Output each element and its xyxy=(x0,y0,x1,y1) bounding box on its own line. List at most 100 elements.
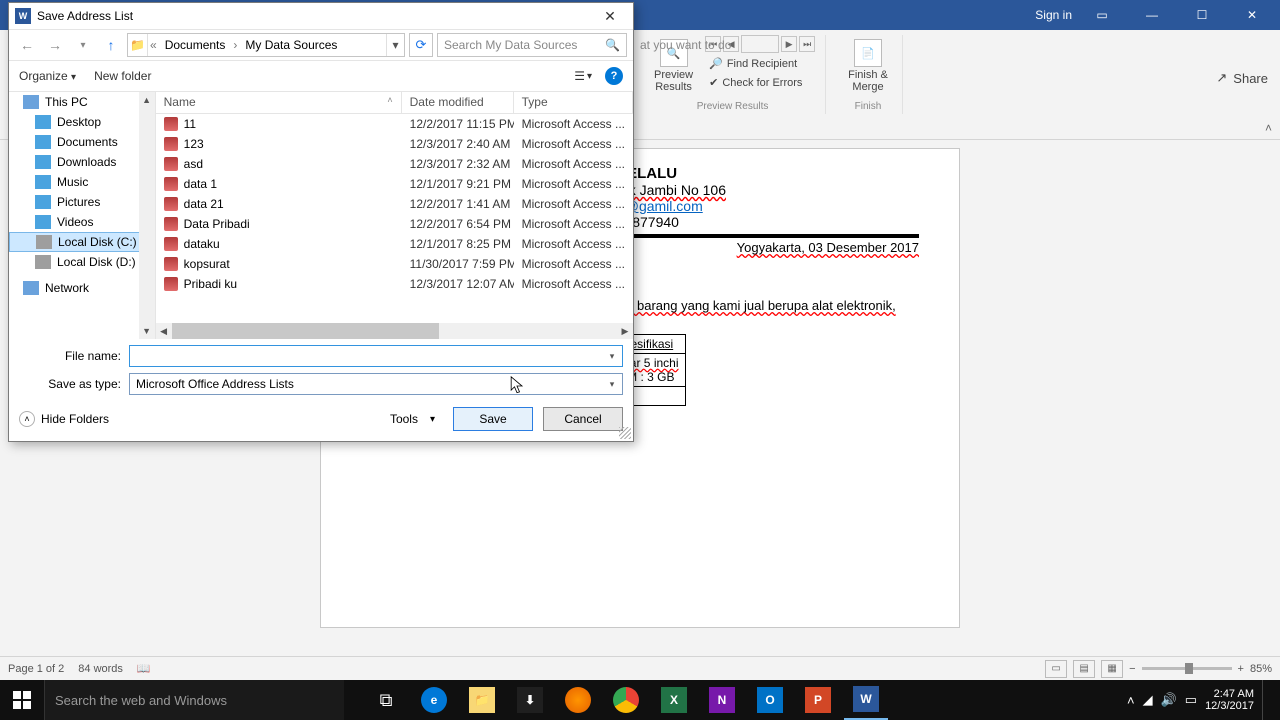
change-view-button[interactable]: ☰▾ xyxy=(571,66,595,86)
taskbar-word[interactable]: W xyxy=(844,680,888,720)
pc-icon xyxy=(23,95,39,109)
breadcrumb-my-data-sources[interactable]: My Data Sources xyxy=(239,34,343,56)
minimize-button[interactable]: — xyxy=(1132,1,1172,29)
taskbar-chrome[interactable] xyxy=(604,680,648,720)
taskbar-file-explorer[interactable]: 📁 xyxy=(460,680,504,720)
taskbar-edge[interactable]: e xyxy=(412,680,456,720)
file-row[interactable]: data 2112/2/2017 1:41 AMMicrosoft Access… xyxy=(156,194,633,214)
help-button[interactable]: ? xyxy=(605,67,623,85)
web-layout-button[interactable]: ▦ xyxy=(1101,660,1123,678)
nav-forward-button[interactable]: → xyxy=(43,33,67,57)
scroll-right-button[interactable]: ▶ xyxy=(617,323,633,339)
tray-network-icon[interactable]: ◢ xyxy=(1143,692,1153,708)
taskbar-store[interactable]: ⬇ xyxy=(508,680,552,720)
file-name: 123 xyxy=(184,137,204,151)
dialog-titlebar[interactable]: W Save Address List ✕ xyxy=(9,3,633,29)
refresh-button[interactable]: ⟳ xyxy=(409,33,433,57)
tray-volume-icon[interactable]: 🔊 xyxy=(1161,692,1177,708)
nav-recent-button[interactable]: ▾ xyxy=(71,33,95,57)
last-record-button[interactable]: ⏭ xyxy=(799,36,815,52)
print-layout-button[interactable]: ▤ xyxy=(1073,660,1095,678)
file-list-hscrollbar[interactable]: ◀ ▶ xyxy=(156,323,633,339)
breadcrumb-dropdown[interactable]: ▾ xyxy=(386,34,404,56)
resize-grip[interactable] xyxy=(619,427,631,439)
taskbar-firefox[interactable] xyxy=(556,680,600,720)
hide-folders-button[interactable]: ˄ Hide Folders xyxy=(19,411,109,427)
folder-search-input[interactable]: Search My Data Sources 🔍 xyxy=(437,33,627,57)
tree-this-pc[interactable]: This PC xyxy=(9,92,155,112)
signin-link[interactable]: Sign in xyxy=(1035,8,1072,22)
tree-desktop[interactable]: Desktop xyxy=(9,112,155,132)
ribbon-display-options[interactable]: ▭ xyxy=(1082,1,1122,29)
taskbar-powerpoint[interactable]: P xyxy=(796,680,840,720)
next-record-button[interactable]: ▶ xyxy=(781,36,797,52)
check-errors-button[interactable]: ✔Check for Errors xyxy=(705,74,815,91)
taskbar-search[interactable]: Search the web and Windows xyxy=(44,680,344,720)
tree-local-disk-d[interactable]: Local Disk (D:) xyxy=(9,252,155,272)
zoom-in-button[interactable]: + xyxy=(1238,663,1244,675)
col-name[interactable]: Name ˄ xyxy=(156,92,402,113)
col-type[interactable]: Type xyxy=(514,92,633,113)
start-button[interactable] xyxy=(0,680,44,720)
dialog-close-button[interactable]: ✕ xyxy=(591,4,629,28)
read-mode-button[interactable]: ▭ xyxy=(1045,660,1067,678)
col-date-modified[interactable]: Date modified xyxy=(402,92,514,113)
tray-clock[interactable]: 2:47 AM 12/3/2017 xyxy=(1205,688,1254,712)
zoom-slider[interactable] xyxy=(1142,667,1232,670)
filename-dropdown[interactable]: ▾ xyxy=(604,348,620,364)
breadcrumb[interactable]: 📁 « Documents › My Data Sources ▾ xyxy=(127,33,405,57)
tray-input-icon[interactable]: ▭ xyxy=(1185,692,1197,708)
taskbar-outlook[interactable]: O xyxy=(748,680,792,720)
maximize-button[interactable]: ☐ xyxy=(1182,1,1222,29)
finish-merge-button[interactable]: 📄 Finish & Merge xyxy=(844,35,892,97)
tree-documents[interactable]: Documents xyxy=(9,132,155,152)
task-view-button[interactable]: ⧉ xyxy=(364,680,408,720)
save-button[interactable]: Save xyxy=(453,407,533,431)
filename-input[interactable]: ▾ xyxy=(129,345,623,367)
zoom-level[interactable]: 85% xyxy=(1250,663,1272,675)
file-row[interactable]: kopsurat11/30/2017 7:59 PMMicrosoft Acce… xyxy=(156,254,633,274)
finish-merge-icon: 📄 xyxy=(854,39,882,67)
collapse-ribbon-button[interactable]: ˄ xyxy=(1265,121,1272,135)
file-row[interactable]: data 112/1/2017 9:21 PMMicrosoft Access … xyxy=(156,174,633,194)
share-button[interactable]: Share xyxy=(1233,71,1268,86)
proofing-icon[interactable]: 📖 xyxy=(137,662,151,675)
scroll-up-button[interactable]: ▲ xyxy=(139,92,155,108)
word-count[interactable]: 84 words xyxy=(78,663,123,675)
breadcrumb-documents[interactable]: Documents xyxy=(159,34,232,56)
file-row[interactable]: dataku12/1/2017 8:25 PMMicrosoft Access … xyxy=(156,234,633,254)
zoom-out-button[interactable]: − xyxy=(1129,663,1135,675)
new-folder-button[interactable]: New folder xyxy=(94,69,151,83)
tree-music[interactable]: Music xyxy=(9,172,155,192)
file-row[interactable]: Data Pribadi12/2/2017 6:54 PMMicrosoft A… xyxy=(156,214,633,234)
onenote-icon: N xyxy=(709,687,735,713)
taskbar-onenote[interactable]: N xyxy=(700,680,744,720)
find-recipient-button[interactable]: 🔎Find Recipient xyxy=(705,55,815,72)
tree-network[interactable]: Network xyxy=(9,278,155,298)
file-row[interactable]: 12312/3/2017 2:40 AMMicrosoft Access ... xyxy=(156,134,633,154)
file-row[interactable]: Pribadi ku12/3/2017 12:07 AMMicrosoft Ac… xyxy=(156,274,633,294)
scroll-down-button[interactable]: ▼ xyxy=(139,323,155,339)
tray-chevron-icon[interactable]: ˄ xyxy=(1127,693,1135,708)
tree-scrollbar[interactable]: ▲ ▼ xyxy=(139,92,155,339)
nav-back-button[interactable]: ← xyxy=(15,33,39,57)
tree-downloads[interactable]: Downloads xyxy=(9,152,155,172)
file-row[interactable]: 1112/2/2017 11:15 PMMicrosoft Access ... xyxy=(156,114,633,134)
file-row[interactable]: asd12/3/2017 2:32 AMMicrosoft Access ... xyxy=(156,154,633,174)
tree-videos[interactable]: Videos xyxy=(9,212,155,232)
show-desktop-button[interactable] xyxy=(1262,680,1276,720)
close-word-button[interactable]: ✕ xyxy=(1232,1,1272,29)
nav-up-button[interactable]: ↑ xyxy=(99,33,123,57)
taskbar-excel[interactable]: X xyxy=(652,680,696,720)
cancel-button[interactable]: Cancel xyxy=(543,407,623,431)
record-number-input[interactable] xyxy=(741,35,779,53)
saveas-dropdown[interactable]: ▾ xyxy=(604,376,620,392)
tree-local-disk-c[interactable]: Local Disk (C:) xyxy=(9,232,155,252)
saveas-type-combo[interactable]: Microsoft Office Address Lists ▾ xyxy=(129,373,623,395)
tools-menu[interactable]: Tools▾ xyxy=(382,408,443,430)
tree-pictures[interactable]: Pictures xyxy=(9,192,155,212)
page-indicator[interactable]: Page 1 of 2 xyxy=(8,663,64,675)
excel-icon: X xyxy=(661,687,687,713)
scroll-left-button[interactable]: ◀ xyxy=(156,323,172,339)
organize-menu[interactable]: Organize ▾ xyxy=(19,69,76,83)
